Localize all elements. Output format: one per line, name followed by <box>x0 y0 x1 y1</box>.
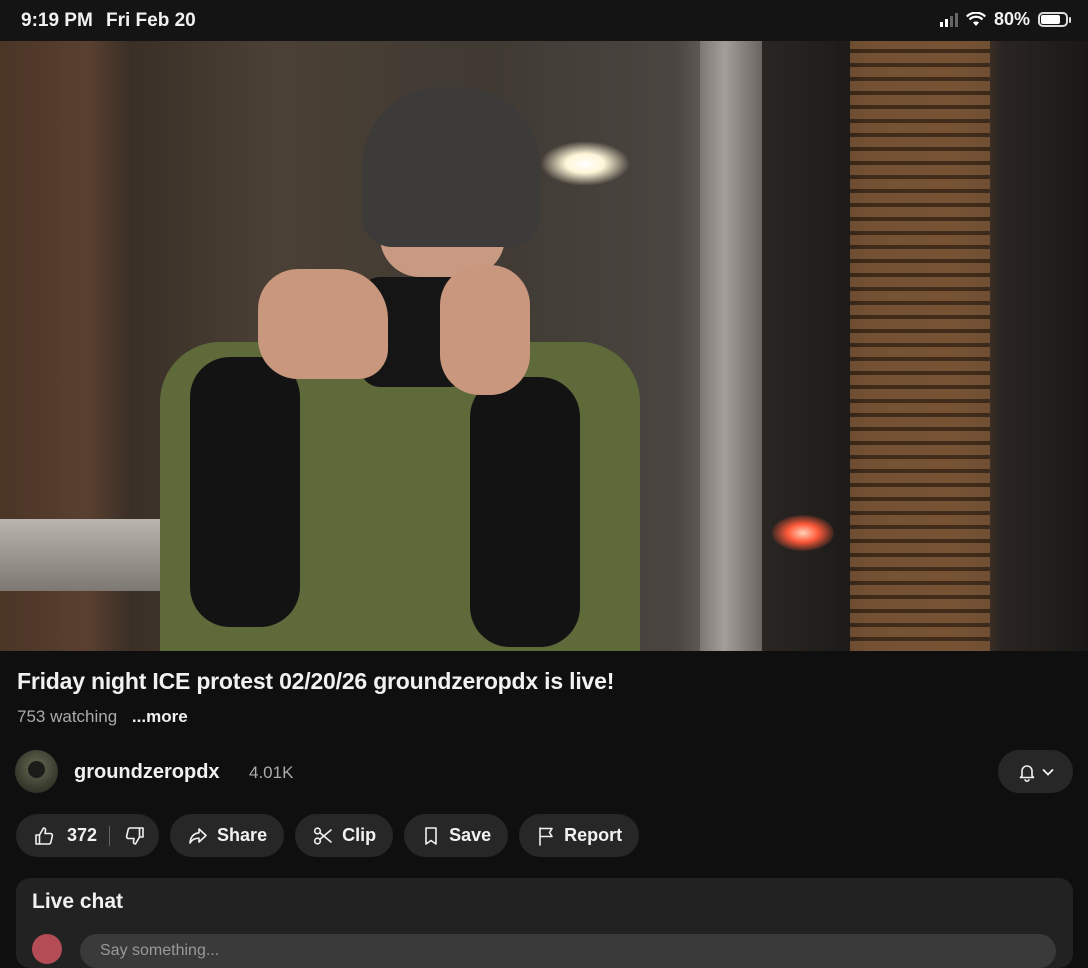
save-button[interactable]: Save <box>404 814 509 857</box>
share-button[interactable]: Share <box>170 814 285 857</box>
report-label: Report <box>564 825 623 845</box>
video-player[interactable] <box>0 41 1088 651</box>
flag-icon <box>536 825 556 847</box>
notifications-button[interactable] <box>998 750 1073 793</box>
watching-count: 753 watching <box>17 707 118 726</box>
battery-icon <box>1038 12 1071 27</box>
wifi-icon <box>965 12 986 27</box>
live-chat-title: Live chat <box>32 890 124 913</box>
video-scene-red-light <box>772 515 834 551</box>
video-scene-panel <box>850 41 990 651</box>
dislike-button[interactable] <box>124 825 146 847</box>
like-count: 372 <box>67 825 98 845</box>
report-button[interactable]: Report <box>519 814 640 857</box>
channel-avatar[interactable] <box>15 750 58 793</box>
video-title: Friday night ICE protest 02/20/26 ground… <box>17 668 615 694</box>
like-dislike-group: 372 <box>16 814 160 857</box>
status-indicators: 80% <box>939 9 1071 30</box>
status-date: Fri Feb 20 <box>106 10 196 31</box>
action-bar: 372 Share Clip Save Report <box>16 814 640 857</box>
chat-input[interactable]: Say something... <box>80 934 1056 968</box>
chevron-down-icon <box>1041 765 1055 779</box>
channel-name[interactable]: groundzeropdx <box>74 761 220 784</box>
cellular-signal-icon <box>939 12 958 27</box>
bookmark-icon <box>421 825 441 847</box>
thumbs-down-icon <box>124 825 146 847</box>
more-link[interactable]: ...more <box>132 707 188 726</box>
channel-row: groundzeropdx 4.01K <box>15 750 1073 794</box>
status-time: 9:19 PM <box>21 10 93 31</box>
battery-level <box>1041 15 1060 24</box>
video-scene-ledge <box>0 519 170 591</box>
clip-button[interactable]: Clip <box>295 814 394 857</box>
scissors-icon <box>312 825 334 847</box>
share-label: Share <box>217 825 268 845</box>
video-scene-person <box>150 87 670 651</box>
thumbs-up-icon <box>33 825 55 847</box>
battery-percent: 80% <box>993 9 1030 29</box>
like-divider <box>109 825 111 846</box>
video-scene-pillar <box>700 41 762 651</box>
like-button[interactable]: 372 <box>33 825 97 847</box>
status-bar: 9:19 PM Fri Feb 20 80% <box>0 0 1088 41</box>
video-meta: 753 watching ...more <box>17 707 188 727</box>
bell-icon <box>1017 762 1037 782</box>
live-chat-panel: Live chat Say something... <box>16 878 1073 968</box>
user-avatar <box>32 934 62 964</box>
share-arrow-icon <box>187 825 209 847</box>
subscriber-count: 4.01K <box>249 763 294 782</box>
clip-label: Clip <box>342 825 377 845</box>
save-label: Save <box>449 825 492 845</box>
